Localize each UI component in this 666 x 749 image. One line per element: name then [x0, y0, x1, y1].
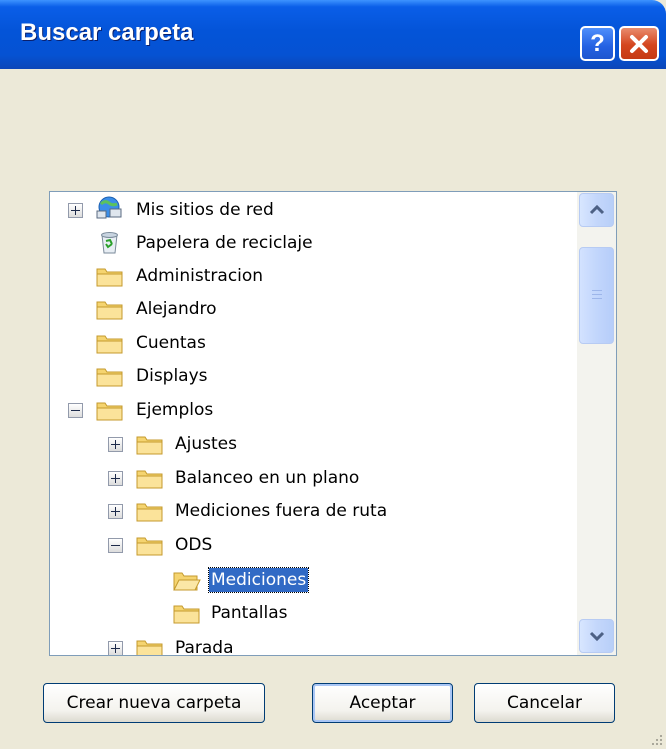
resize-grip-icon[interactable] [649, 732, 663, 746]
close-icon [630, 34, 648, 53]
expand-icon[interactable] [108, 641, 123, 655]
expand-icon[interactable] [108, 471, 123, 486]
chevron-down-icon [589, 631, 604, 641]
ok-label: Aceptar [349, 693, 416, 713]
folder-open-icon [173, 572, 201, 591]
vertical-scrollbar[interactable] [577, 192, 616, 655]
recycle-bin-icon [101, 232, 118, 254]
expand-icon[interactable] [108, 437, 123, 452]
collapse-icon[interactable] [108, 538, 123, 553]
scroll-down-button[interactable] [579, 619, 614, 653]
tree-item-label: Cuentas [136, 333, 206, 353]
grip-line [592, 294, 602, 295]
tree-item-label: Balanceo en un plano [175, 468, 360, 488]
ok-button[interactable]: Aceptar [312, 683, 453, 723]
tree-item-label: Mediciones fuera de ruta [175, 501, 388, 521]
tree-item-label: Ajustes [175, 434, 237, 454]
folder-icon [96, 335, 123, 354]
new-folder-label: Crear nueva carpeta [66, 693, 242, 713]
cancel-button[interactable]: Cancelar [474, 683, 615, 723]
tree-item-label: ODS [175, 535, 213, 555]
scroll-up-button[interactable] [579, 193, 614, 227]
tree-item-label: Papelera de reciclaje [136, 233, 313, 253]
folder-icon [96, 402, 123, 421]
collapse-icon[interactable] [68, 403, 83, 418]
folder-icon [136, 436, 163, 455]
tree-item-label: Parada [175, 638, 234, 655]
expand-icon[interactable] [108, 504, 123, 519]
folder-icon [96, 368, 123, 387]
cancel-label: Cancelar [507, 693, 582, 713]
folder-icon [96, 301, 123, 320]
folder-icon [136, 640, 163, 655]
new-folder-button[interactable]: Crear nueva carpeta [43, 683, 265, 723]
folder-icon [96, 268, 123, 287]
close-button[interactable] [619, 26, 659, 61]
tree-item-label: Mediciones [207, 567, 310, 593]
grip-line [592, 290, 602, 291]
folder-icon [173, 605, 200, 624]
dialog-title: Buscar carpeta [20, 19, 194, 46]
tree-item-label: Pantallas [211, 603, 288, 623]
network-places-icon [96, 196, 122, 219]
expand-icon[interactable] [68, 203, 83, 218]
tree-item-label: Administracion [136, 266, 264, 286]
tree-item-label: Displays [136, 366, 208, 386]
scroll-thumb[interactable] [579, 247, 614, 344]
help-icon: ? [590, 29, 605, 57]
help-button[interactable]: ? [580, 26, 615, 61]
tree-item-label: Mis sitios de red [136, 200, 274, 220]
browse-folder-dialog: Buscar carpeta ? Mis sitios de red Papel… [0, 0, 666, 749]
title-bar[interactable]: Buscar carpeta ? [0, 0, 666, 69]
folder-icon [136, 503, 163, 522]
chevron-up-icon [589, 205, 604, 215]
folder-icon [136, 470, 163, 489]
grip-line [592, 298, 602, 299]
tree-item-label: Ejemplos [136, 400, 214, 420]
tree-item-label: Alejandro [136, 299, 217, 319]
folder-icon [136, 537, 163, 556]
folder-tree[interactable]: Mis sitios de red Papelera de reciclaje … [49, 191, 617, 656]
